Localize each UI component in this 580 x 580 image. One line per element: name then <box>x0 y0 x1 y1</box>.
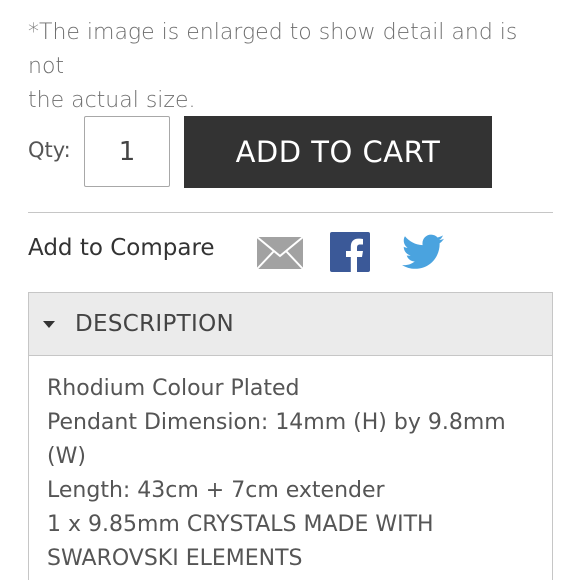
mail-icon[interactable] <box>256 236 304 270</box>
facebook-icon[interactable] <box>330 232 370 272</box>
twitter-icon[interactable] <box>402 234 444 270</box>
description-body: Rhodium Colour Plated Pendant Dimension:… <box>29 356 552 576</box>
note-line-1: *The image is enlarged to show detail an… <box>28 20 518 79</box>
description-line: 1 x 9.85mm CRYSTALS MADE WITH <box>47 512 434 537</box>
description-line: Length: 43cm + 7cm extender <box>47 478 385 503</box>
description-panel: DESCRIPTION Rhodium Colour Plated Pendan… <box>28 292 553 580</box>
product-detail-page: *The image is enlarged to show detail an… <box>0 0 580 580</box>
add-to-cart-button[interactable]: ADD TO CART <box>184 116 492 188</box>
note-line-2: the actual size. <box>28 88 196 113</box>
description-toggle[interactable]: DESCRIPTION <box>29 293 552 356</box>
image-size-note: *The image is enlarged to show detail an… <box>28 16 558 118</box>
divider <box>28 212 553 213</box>
description-title: DESCRIPTION <box>75 311 234 337</box>
description-line: Pendant Dimension: 14mm (H) by 9.8mm <box>47 410 506 435</box>
add-to-compare-link[interactable]: Add to Compare <box>28 235 215 261</box>
description-line: SWAROVSKI ELEMENTS <box>47 546 303 571</box>
qty-label: Qty: <box>28 138 71 162</box>
description-line: (W) <box>47 444 86 469</box>
description-line: Rhodium Colour Plated <box>47 376 300 401</box>
qty-input[interactable] <box>84 116 170 187</box>
caret-down-icon <box>43 320 55 328</box>
